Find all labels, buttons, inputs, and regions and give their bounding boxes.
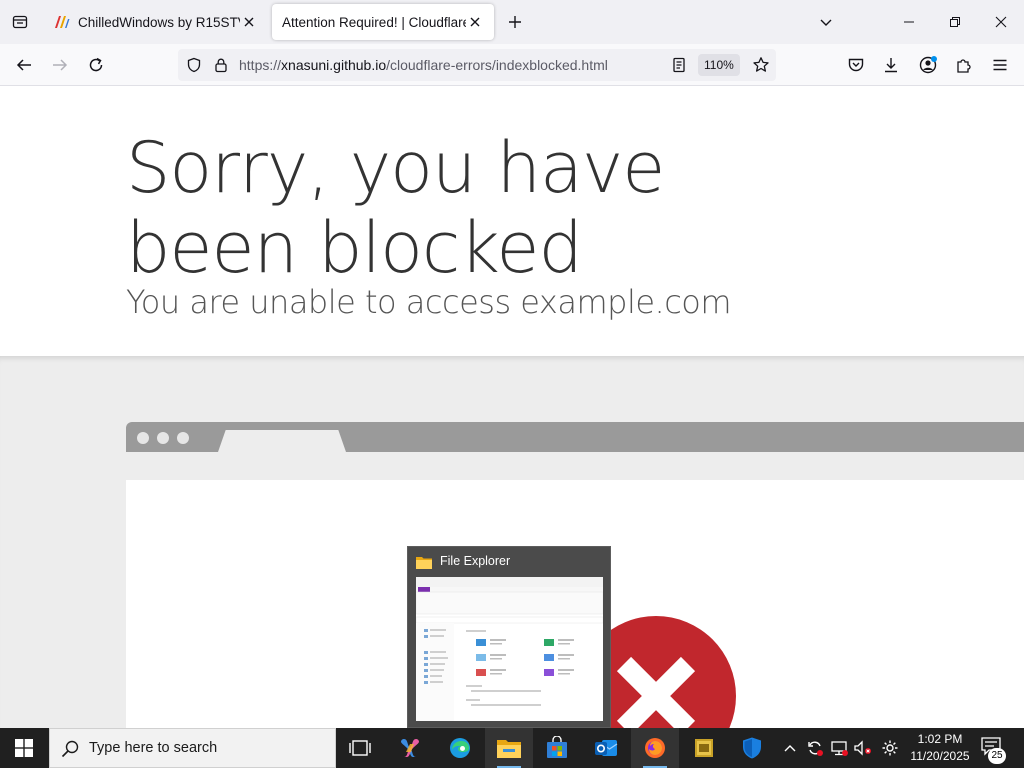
navigation-toolbar: https://xnasuni.github.io/cloudflare-err… — [0, 44, 1024, 86]
file-explorer-window-preview — [416, 577, 603, 721]
windows-taskbar: Type here to search 1:02 PM 11/20/2025 2… — [0, 728, 1024, 768]
illustration-window-bar — [126, 422, 1024, 452]
taskbar-search-box[interactable]: Type here to search — [49, 728, 336, 768]
network-icon[interactable] — [829, 738, 849, 758]
tab-list-icon[interactable] — [6, 8, 34, 36]
edge-icon[interactable] — [436, 728, 484, 768]
chevron-up-icon[interactable] — [780, 738, 800, 758]
account-icon[interactable] — [913, 50, 943, 80]
downloads-icon[interactable] — [876, 50, 906, 80]
error-header: Sorry, you have been blocked You are una… — [0, 86, 1024, 356]
search-icon — [60, 739, 80, 764]
close-tab-icon[interactable] — [240, 13, 258, 31]
sync-icon[interactable] — [805, 738, 825, 758]
back-arrow-icon[interactable] — [9, 50, 39, 80]
bookmark-star-icon[interactable] — [752, 56, 770, 79]
clock-date: 11/20/2025 — [910, 749, 970, 763]
chevron-down-icon[interactable] — [814, 10, 838, 34]
firefox-icon[interactable] — [631, 728, 679, 768]
shield-icon[interactable] — [186, 57, 202, 78]
clock-time: 1:02 PM — [917, 732, 963, 746]
volume-muted-icon[interactable] — [853, 738, 873, 758]
page-subtitle: You are unable to access example.com — [126, 283, 732, 321]
file-explorer-icon[interactable] — [485, 728, 533, 768]
tab-attention-required[interactable]: Attention Required! | Cloudflare — [272, 4, 494, 40]
r15-logo-icon — [54, 14, 70, 30]
system-clock[interactable]: 1:02 PM 11/20/2025 — [906, 731, 974, 765]
copilot-icon[interactable] — [386, 728, 434, 768]
microsoft-store-icon[interactable] — [533, 728, 581, 768]
reader-view-icon[interactable] — [671, 57, 687, 78]
close-window-icon[interactable] — [978, 0, 1024, 44]
restore-icon[interactable] — [932, 0, 978, 44]
new-tab-plus-icon[interactable] — [503, 10, 527, 34]
notification-count-badge: 25 — [988, 748, 1006, 764]
task-view-icon[interactable] — [336, 728, 384, 768]
page-title: Sorry, you have been blocked — [126, 127, 665, 289]
file-explorer-thumbnail-preview[interactable]: File Explorer — [407, 546, 611, 728]
address-bar[interactable]: https://xnasuni.github.io/cloudflare-err… — [178, 49, 776, 81]
thumbnail-title: File Explorer — [440, 554, 511, 568]
tab-title: Attention Required! | Cloudflare — [282, 14, 466, 30]
zoom-level-button[interactable]: 110% — [698, 54, 740, 76]
windows-security-icon[interactable] — [728, 728, 776, 768]
folder-icon — [416, 555, 432, 569]
lock-icon[interactable] — [213, 57, 229, 78]
close-tab-icon[interactable] — [466, 13, 484, 31]
search-placeholder: Type here to search — [89, 740, 218, 756]
reload-icon[interactable] — [81, 50, 111, 80]
outlook-icon[interactable] — [582, 728, 630, 768]
tab-strip: ChilledWindows by R15STV Attention Requi… — [0, 0, 1024, 44]
windows-start-icon[interactable] — [0, 728, 48, 768]
tab-chilledwindows[interactable]: ChilledWindows by R15STV — [44, 4, 268, 40]
hamburger-menu-icon[interactable] — [985, 50, 1015, 80]
tab-title: ChilledWindows by R15STV — [78, 14, 240, 30]
pocket-icon[interactable] — [841, 50, 871, 80]
extensions-icon[interactable] — [949, 50, 979, 80]
gear-icon[interactable] — [880, 738, 900, 758]
url-text[interactable]: https://xnasuni.github.io/cloudflare-err… — [239, 57, 608, 73]
winrar-icon[interactable] — [680, 728, 728, 768]
minimize-icon[interactable] — [886, 0, 932, 44]
forward-arrow-icon[interactable] — [45, 50, 75, 80]
